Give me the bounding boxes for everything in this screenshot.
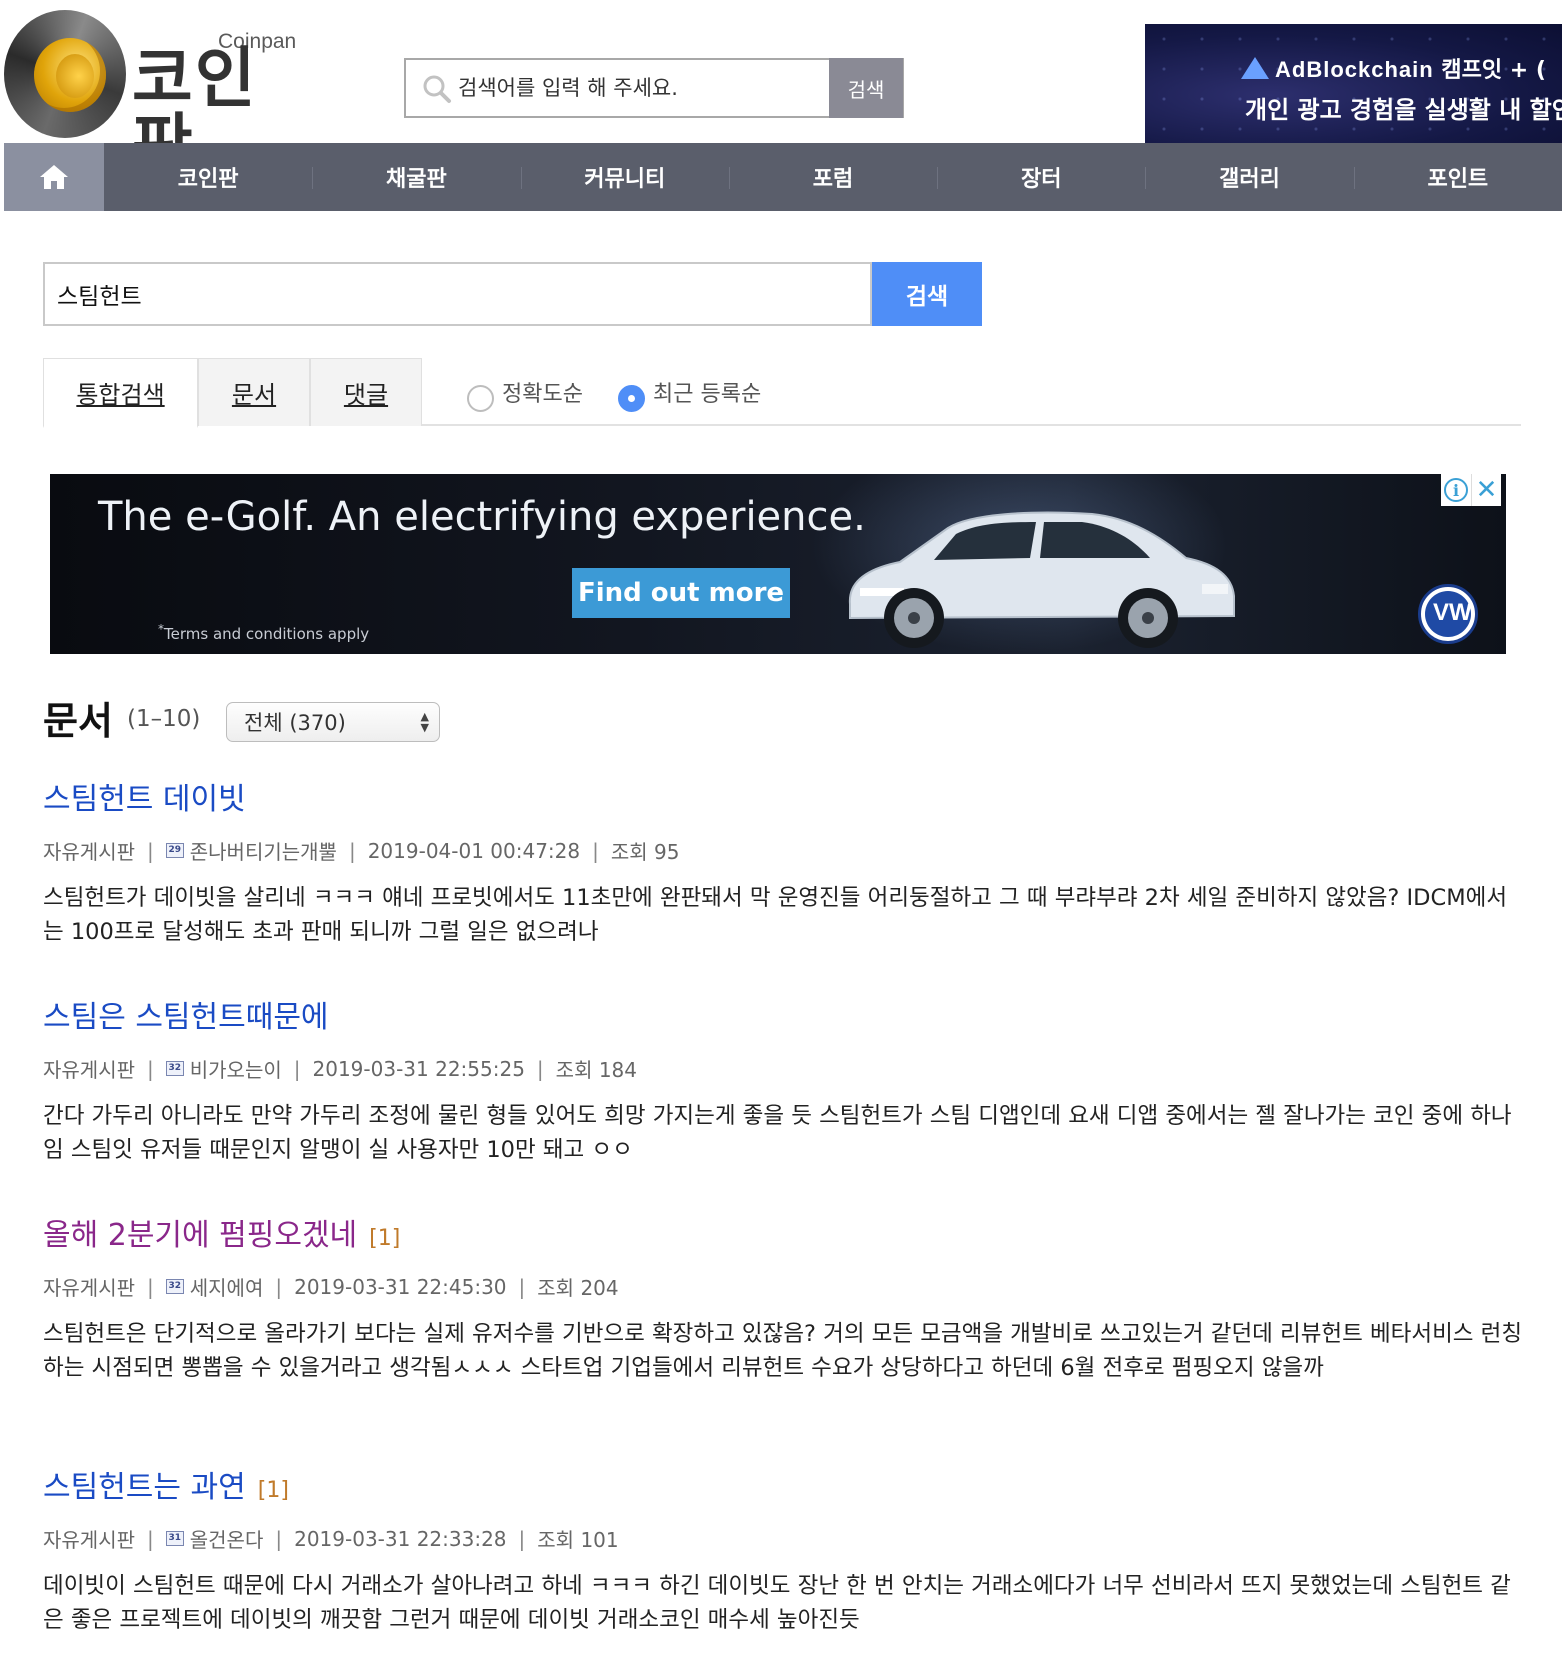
sort-recent-radio[interactable]: 최근 등록순 (618, 376, 762, 412)
ad-headline: The e-Golf. An electrifying experience. (98, 494, 866, 540)
ad-brand: AdBlockchain (1275, 57, 1434, 82)
comment-count[interactable]: [1] (258, 1478, 289, 1503)
post-board-link[interactable]: 자유게시판 (43, 1272, 135, 1301)
sort-accuracy-label: 정확도순 (502, 382, 583, 407)
radio-unchecked-icon (467, 384, 494, 412)
post-date: 2019-03-31 22:45:30 (294, 1274, 507, 1299)
search-submit-button[interactable]: 검색 (872, 262, 982, 326)
user-level-icon: 32 (165, 1061, 184, 1076)
documents-filter-select[interactable]: 전체 (370) ▲ ▼ (226, 702, 440, 742)
sort-accuracy-radio[interactable]: 정확도순 (467, 376, 583, 412)
site-header: Coinpan 코인판 검색 AdBlockchain 캠프잇 + ( 개인 광… (0, 0, 1562, 178)
ad-terms: *Terms and conditions apply (158, 622, 370, 643)
documents-section-title: 문서 (43, 699, 113, 743)
tab-integrated-search[interactable]: 통합검색 (43, 358, 198, 428)
user-level-icon: 32 (165, 1279, 184, 1294)
ad-close-icon[interactable]: ✕ (1471, 474, 1501, 506)
sort-recent-label: 최근 등록순 (653, 382, 762, 407)
tab-documents[interactable]: 문서 (198, 358, 310, 426)
coin-icon (34, 38, 106, 112)
post-title-link[interactable]: 올해 2분기에 펌핑오겠네 [1] (43, 1210, 1523, 1254)
post-meta: 자유게시판 | 32 비가오는이 | 2019-03-31 22:55:25 |… (43, 1054, 1523, 1083)
post-board-link[interactable]: 자유게시판 (43, 1054, 135, 1083)
search-icon (423, 75, 451, 103)
post-excerpt: 간다 가두리 아니라도 만약 가두리 조정에 물린 형들 있어도 희망 가지는게… (43, 1103, 1512, 1163)
post-views: 조회 204 (537, 1276, 619, 1300)
ad-find-out-more-button[interactable]: Find out more (572, 568, 790, 618)
nav-item-mining[interactable]: 채굴판 (312, 143, 520, 211)
post-date: 2019-03-31 22:33:28 (294, 1526, 507, 1551)
post-meta: 자유게시판 | 32 세지에여 | 2019-03-31 22:45:30 | … (43, 1272, 1523, 1301)
header-ad-banner[interactable]: AdBlockchain 캠프잇 + ( 개인 광고 경험을 실생활 내 할인 (1145, 24, 1562, 143)
post-excerpt: 데이빗이 스팀헌트 때문에 다시 거래소가 살아나려고 하네 ㅋㅋㅋ 하긴 데이… (43, 1573, 1511, 1633)
documents-range: (1–10) (127, 706, 201, 732)
post-views: 조회 95 (610, 840, 680, 864)
post-title-link[interactable]: 스팀은 스팀헌트때문에 (43, 992, 1523, 1036)
post-meta: 자유게시판 | 29 존나버티기는개뿔 | 2019-04-01 00:47:2… (43, 836, 1523, 865)
main-nav: 코인판 채굴판 커뮤니티 포럼 장터 갤러리 포인트 (4, 143, 1562, 211)
ad-info-icon[interactable]: i (1441, 474, 1471, 506)
nav-home-button[interactable] (4, 143, 104, 211)
post-date: 2019-03-31 22:55:25 (312, 1056, 525, 1081)
post-author[interactable]: 비가오는이 (190, 1054, 282, 1083)
search-query-input[interactable] (43, 262, 872, 326)
search-tabs: 통합검색 문서 댓글 정확도순 최근 등록순 (43, 358, 1521, 428)
user-level-icon: 31 (165, 1531, 184, 1546)
post-date: 2019-04-01 00:47:28 (367, 838, 581, 863)
post-excerpt: 스팀헌트가 데이빗을 살리네 ㅋㅋㅋ 얘네 프로빗에서도 11초만에 완판돼서 … (43, 885, 1508, 945)
user-level-icon: 29 (165, 843, 184, 858)
ad-choices: i ✕ (1441, 474, 1501, 506)
home-icon (40, 165, 68, 189)
ad-line2: 개인 광고 경험을 실생활 내 할인 (1245, 96, 1562, 124)
nav-item-coinpan[interactable]: 코인판 (104, 143, 312, 211)
nav-item-gallery[interactable]: 갤러리 (1145, 143, 1353, 211)
search-result-item: 올해 2분기에 펌핑오겠네 [1] 자유게시판 | 32 세지에여 | 2019-… (43, 1210, 1523, 1385)
coinpan-logo[interactable]: Coinpan 코인판 (4, 10, 314, 178)
post-author[interactable]: 올건온다 (190, 1524, 264, 1553)
comment-count[interactable]: [1] (369, 1226, 400, 1251)
documents-filter-value: 전체 (370) (244, 711, 346, 735)
post-views: 조회 101 (537, 1528, 619, 1552)
radio-checked-icon (618, 384, 645, 412)
post-board-link[interactable]: 자유게시판 (43, 836, 135, 865)
vw-logo-icon: VW (1418, 584, 1478, 644)
header-search-button[interactable]: 검색 (829, 58, 903, 118)
post-views: 조회 184 (555, 1058, 638, 1082)
search-result-item: 스팀헌트 데이빗 자유게시판 | 29 존나버티기는개뿔 | 2019-04-0… (43, 774, 1523, 949)
header-search-input[interactable] (458, 66, 818, 110)
post-title-link[interactable]: 스팀헌트 데이빗 (43, 774, 1523, 818)
tab-comments[interactable]: 댓글 (310, 358, 422, 426)
car-image (848, 511, 1235, 648)
nav-item-forum[interactable]: 포럼 (728, 143, 937, 211)
nav-item-market[interactable]: 장터 (937, 143, 1145, 211)
egolf-ad-banner[interactable]: The e-Golf. An electrifying experience. … (50, 474, 1506, 654)
search-result-item: 스팀헌트는 과연 [1] 자유게시판 | 31 올건온다 | 2019-03-31… (43, 1462, 1523, 1637)
post-excerpt: 스팀헌트은 단기적으로 올라가기 보다는 실제 유저수를 기반으로 확장하고 있… (43, 1321, 1523, 1381)
post-author[interactable]: 세지에여 (190, 1272, 264, 1301)
nav-item-community[interactable]: 커뮤니티 (520, 143, 729, 211)
nav-item-point[interactable]: 포인트 (1353, 143, 1562, 211)
post-meta: 자유게시판 | 31 올건온다 | 2019-03-31 22:33:28 | … (43, 1524, 1523, 1553)
adblockchain-logo-icon (1241, 57, 1269, 79)
post-board-link[interactable]: 자유게시판 (43, 1524, 135, 1553)
select-arrows-icon: ▲ ▼ (420, 710, 429, 734)
post-title-link[interactable]: 스팀헌트는 과연 [1] (43, 1462, 1523, 1506)
ad-line1-suffix: 캠프잇 + ( (1441, 58, 1546, 83)
search-result-item: 스팀은 스팀헌트때문에 자유게시판 | 32 비가오는이 | 2019-03-3… (43, 992, 1523, 1167)
post-author[interactable]: 존나버티기는개뿔 (190, 836, 337, 865)
